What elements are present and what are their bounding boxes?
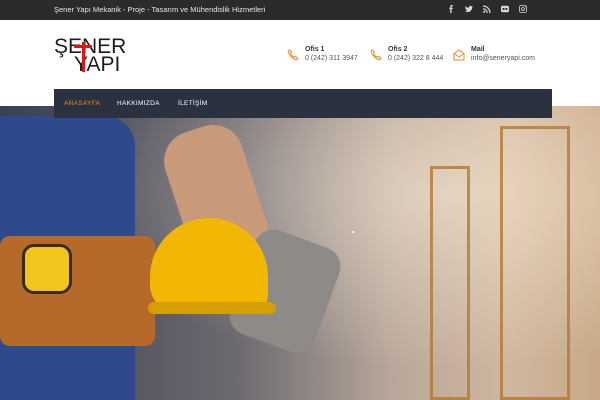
contact-phone[interactable]: 0 (242) 311 3947 (305, 55, 358, 62)
contact-email[interactable]: info@seneryapi.com (471, 55, 535, 62)
hard-hat-brim (148, 302, 276, 314)
nav-item-hakkimizda[interactable]: HAKKIMIZDA (117, 100, 160, 107)
main-nav: ANASAYFA HAKKIMIZDA İLETİŞİM (54, 89, 552, 118)
contact-title: Ofis 1 (305, 46, 325, 53)
slider-dot (352, 231, 354, 233)
mail-icon (453, 48, 465, 61)
nav-item-anasayfa[interactable]: ANASAYFA (64, 100, 100, 107)
social-links (447, 4, 528, 15)
phone-icon (370, 48, 382, 61)
contact-title: Ofis 2 (388, 46, 408, 53)
rss-icon[interactable] (483, 4, 492, 15)
crane-shape (500, 126, 570, 400)
instagram-icon[interactable] (519, 4, 528, 15)
logo-cross-bar (74, 45, 92, 48)
site-logo[interactable]: ŞENER YAPI (54, 35, 144, 79)
site-tagline: Şener Yapı Mekanik - Proje - Tasarım ve … (54, 5, 266, 14)
crane-shape (430, 166, 470, 400)
hero-banner (0, 106, 600, 400)
tape-measure (22, 244, 72, 294)
phone-icon (287, 48, 299, 61)
logo-line-2: YAPI (74, 53, 121, 76)
top-bar: Şener Yapı Mekanik - Proje - Tasarım ve … (0, 0, 600, 20)
contact-phone[interactable]: 0 (242) 322 8 444 (388, 55, 443, 62)
twitter-icon[interactable] (465, 4, 474, 15)
nav-item-iletisim[interactable]: İLETİŞİM (178, 100, 208, 107)
contact-title: Mail (471, 46, 485, 53)
facebook-icon[interactable] (447, 4, 456, 15)
flickr-icon[interactable] (501, 4, 510, 15)
